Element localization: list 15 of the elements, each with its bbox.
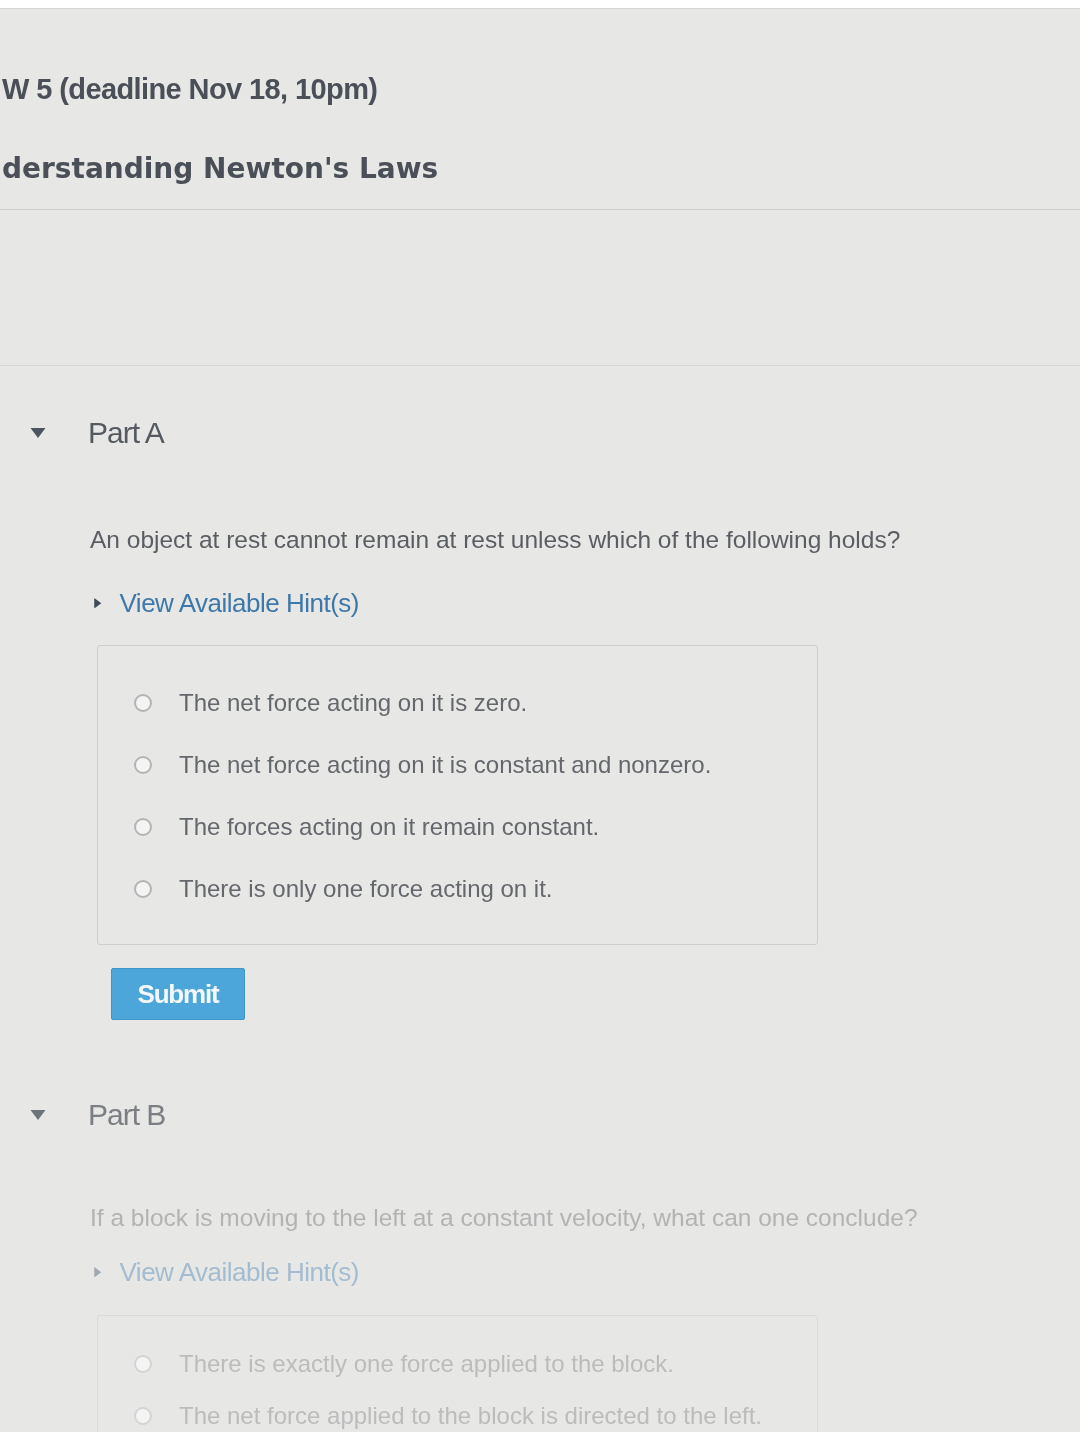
option-label[interactable]: The net force acting on it is constant and nonzero. (179, 751, 712, 779)
radio-button[interactable] (134, 880, 152, 898)
radio-button[interactable] (134, 756, 152, 774)
option-label[interactable]: There is only one force acting on it. (179, 875, 553, 903)
option-label[interactable]: The net force acting on it is zero. (179, 689, 528, 717)
question-text: An object at rest cannot remain at rest unless which of the following holds? (90, 525, 902, 555)
hint-link[interactable]: View Available Hint(s) (90, 588, 359, 618)
radio-button[interactable] (134, 694, 152, 712)
assignment-title: W 5 (deadline Nov 18, 10pm) (2, 72, 379, 107)
caret-down-icon[interactable] (30, 428, 46, 438)
part-title[interactable]: Part A (88, 416, 164, 450)
item-title: derstanding Newton's Laws (2, 151, 440, 187)
radio-button[interactable] (134, 818, 152, 836)
option-label[interactable]: The forces acting on it remain constant. (179, 813, 600, 841)
submit-button[interactable]: Submit (111, 968, 245, 1020)
